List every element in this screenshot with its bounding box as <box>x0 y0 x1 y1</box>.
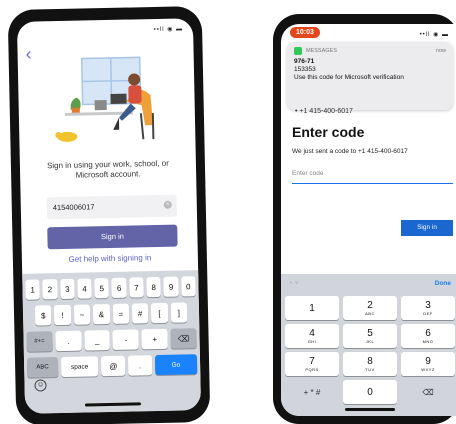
symbol-keyboard: 1 2 3 4 5 6 7 8 9 0 $ ! ~ & = # [] #+= … <box>22 270 202 414</box>
phone-number-value: 4154006017 <box>52 202 95 213</box>
key[interactable]: 4 <box>77 278 92 299</box>
key[interactable]: 2 <box>42 279 58 300</box>
messages-app-icon <box>294 47 302 55</box>
signin-button[interactable]: Sign in <box>47 224 178 250</box>
key-4[interactable]: 4 GHI <box>285 324 339 348</box>
code-input[interactable]: Enter code <box>292 170 453 184</box>
key[interactable]: ! <box>54 304 72 326</box>
emoji-icon[interactable]: ☺ <box>34 379 47 392</box>
at-key[interactable]: @ <box>101 355 126 377</box>
keyboard-row-4: ABC space @ . Go <box>26 354 198 378</box>
key[interactable]: 7 <box>129 277 144 298</box>
teams-illustration <box>55 56 155 142</box>
key-8[interactable]: 8 TUV <box>343 352 397 376</box>
status-icons: ••ll ◉ ▬ <box>153 26 184 34</box>
right-screen: 10:03 ••ll ◉ ▬ MESSAGES now 976-71 15335… <box>281 24 456 416</box>
key[interactable]: $ <box>34 305 52 326</box>
status-time: 10:03 <box>290 27 320 38</box>
home-indicator <box>345 408 395 411</box>
key[interactable]: [ <box>151 302 168 324</box>
key[interactable]: - <box>112 329 140 350</box>
backspace-icon[interactable]: ⌫ <box>170 328 197 349</box>
key[interactable]: _ <box>84 330 111 351</box>
key[interactable]: = <box>112 303 130 324</box>
space-key[interactable]: space <box>60 356 99 378</box>
key[interactable]: ] <box>170 302 188 323</box>
sms-notification[interactable]: MESSAGES now 976-71 153353 Use this code… <box>287 42 453 110</box>
keyboard-row-2: $ ! ~ & = # [ ] <box>34 302 188 326</box>
key[interactable]: 3 <box>59 278 75 300</box>
key[interactable]: & <box>92 304 110 325</box>
key[interactable]: + <box>141 328 168 350</box>
key[interactable]: 0 <box>180 276 196 297</box>
key-3[interactable]: 3 DEF <box>401 296 455 320</box>
symbols-key[interactable]: + * # <box>285 380 339 404</box>
keypad-row-2: 4 GHI 5 JKL 6 MNO <box>285 324 455 348</box>
key-0[interactable]: 0 <box>343 380 397 404</box>
right-phone: 10:03 ••ll ◉ ▬ MESSAGES now 976-71 15335… <box>273 14 456 424</box>
chevron-left-icon[interactable]: ‹ <box>25 44 31 65</box>
keyboard-row-1: 1 2 3 4 5 6 7 8 9 0 <box>25 276 196 300</box>
abc-key[interactable]: ABC <box>26 357 59 378</box>
stage: ••ll ◉ ▬ ‹ Sign in using your work, scho… <box>0 0 456 424</box>
field-nav-arrows[interactable]: ˄ ˅ <box>289 280 298 287</box>
key[interactable]: 8 <box>146 276 162 298</box>
clear-icon[interactable]: × <box>163 200 172 209</box>
key[interactable]: 1 <box>25 279 41 300</box>
key-1[interactable]: 1 <box>285 296 339 320</box>
numeric-keypad: ˄ ˅ Done 1 2 ABC 3 DEF 4 GHI 5 JKL 6 MNO 7 PQR… <box>281 274 456 416</box>
page-title: Enter code <box>292 124 365 140</box>
keypad-row-3: 7 PQRS 8 TUV 9 WXYZ <box>285 352 455 376</box>
notification-body: Use this code for Microsoft verification <box>294 74 404 81</box>
key[interactable]: 5 <box>94 278 110 299</box>
keypad-row-4: + * # 0 ⌫ <box>285 380 455 404</box>
home-indicator <box>84 402 141 407</box>
signin-button[interactable]: Sign in <box>401 220 453 236</box>
keyboard-toolbar: ˄ ˅ Done <box>281 274 456 292</box>
phone-number-input[interactable]: 4154006017 × <box>46 194 178 220</box>
notification-app-name: MESSAGES <box>306 48 337 54</box>
done-button[interactable]: Done <box>435 280 451 287</box>
left-phone: ••ll ◉ ▬ ‹ Sign in using your work, scho… <box>7 6 211 424</box>
keyboard-row-3: #+= . _ - + ⌫ <box>26 328 197 352</box>
delete-icon[interactable]: ⌫ <box>401 380 455 404</box>
key-2[interactable]: 2 ABC <box>343 296 397 320</box>
symbols-toggle-key[interactable]: #+= <box>26 331 53 352</box>
period-key[interactable]: . <box>127 355 152 376</box>
key[interactable]: ~ <box>73 304 91 325</box>
key[interactable]: 9 <box>163 276 179 297</box>
help-signing-in-link[interactable]: Get help with signing in <box>22 252 198 265</box>
key-9[interactable]: 9 WXYZ <box>401 352 455 376</box>
phone-number-partial: • +1 415-400-6017 <box>295 108 353 115</box>
notification-time: now <box>435 48 446 54</box>
notification-header: MESSAGES now <box>294 47 446 55</box>
notification-sender: 153353 <box>294 66 316 73</box>
code-sent-text: We just sent a code to +1 415-400-6017 <box>292 148 408 155</box>
key[interactable]: # <box>131 303 149 324</box>
go-key[interactable]: Go <box>154 354 198 376</box>
key[interactable]: 6 <box>111 277 127 298</box>
left-screen: ••ll ◉ ▬ ‹ Sign in using your work, scho… <box>16 18 202 414</box>
key-5[interactable]: 5 JKL <box>343 324 397 348</box>
key-7[interactable]: 7 PQRS <box>285 352 339 376</box>
notification-code: 976-71 <box>294 58 315 65</box>
keypad-row-1: 1 2 ABC 3 DEF <box>285 296 455 320</box>
signin-instructions: Sign in using your work, school, or Micr… <box>46 158 169 180</box>
status-icons: ••ll ◉ ▬ <box>419 32 449 38</box>
key-6[interactable]: 6 MNO <box>401 324 455 348</box>
key[interactable]: . <box>55 330 82 352</box>
